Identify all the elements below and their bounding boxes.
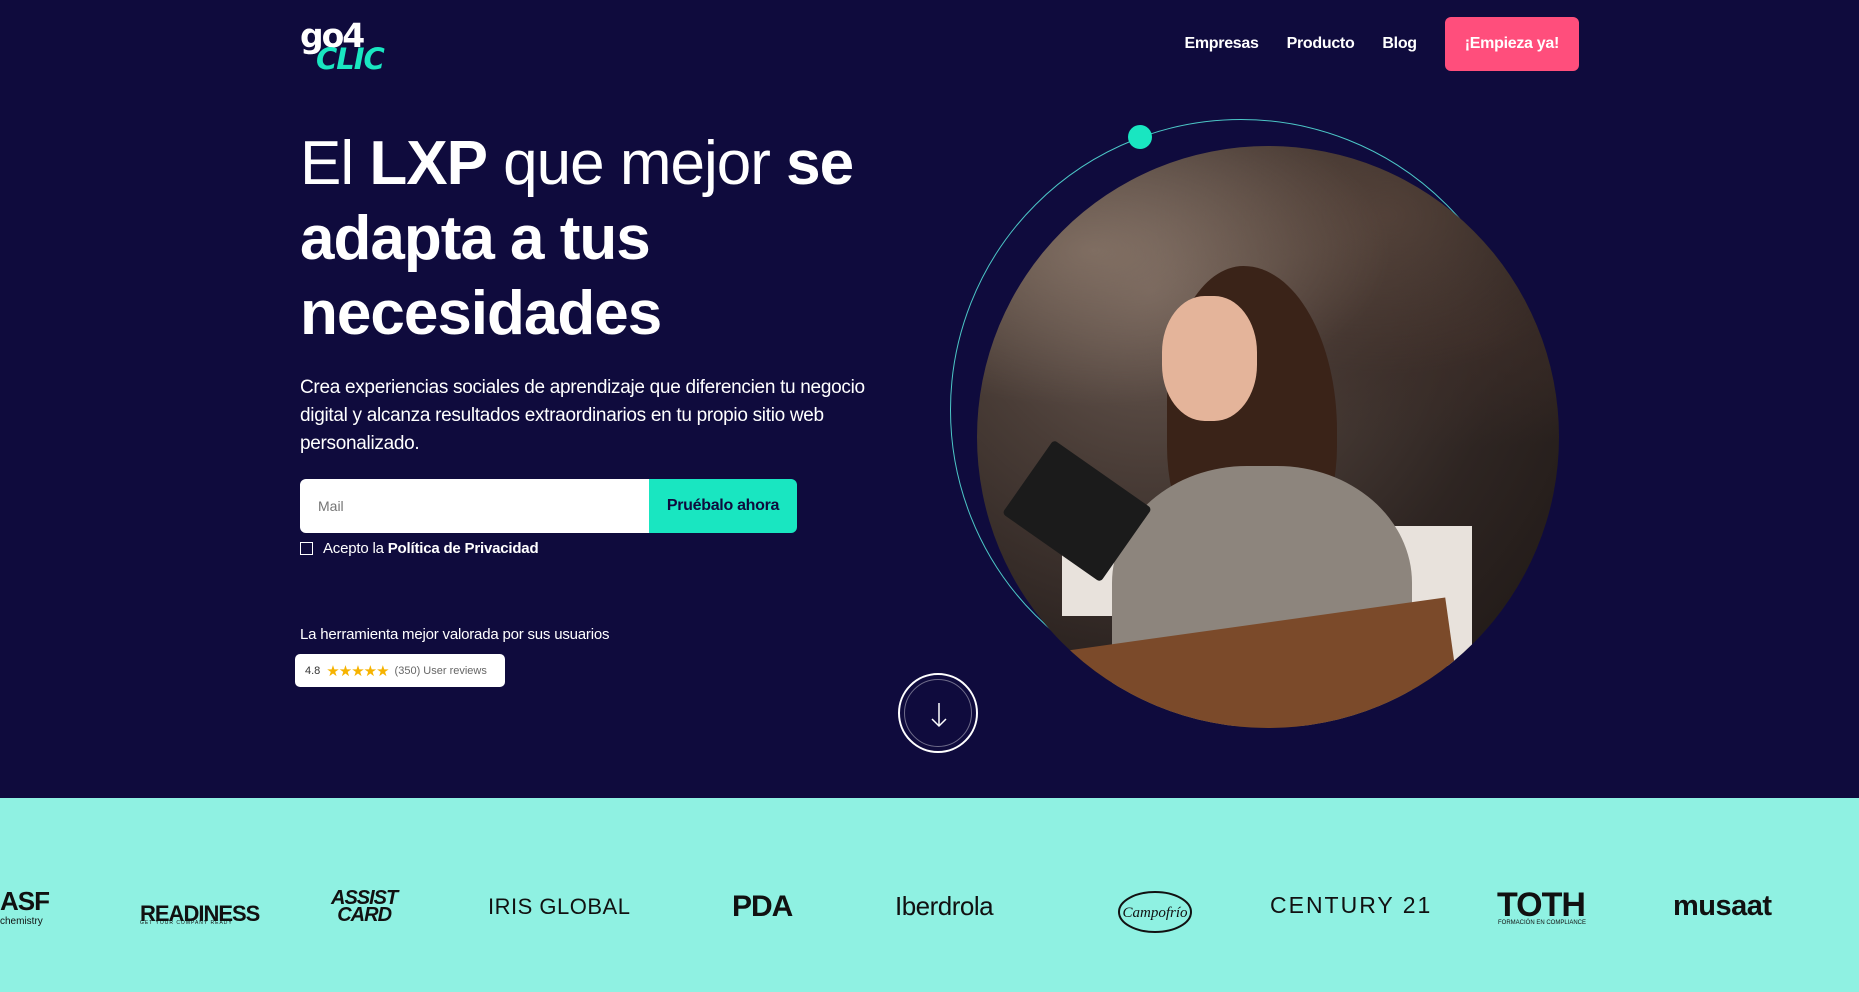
privacy-checkbox[interactable] bbox=[300, 542, 313, 555]
main-nav: Empresas Producto Blog ¡Empieza ya! bbox=[1157, 17, 1579, 71]
go4clic-logo[interactable]: go4 CLIC bbox=[300, 16, 385, 76]
star-icon: ★★★★★ bbox=[326, 662, 389, 680]
century21-logo: CENTURY 21 bbox=[1270, 892, 1433, 918]
basf-logo: ASF bbox=[0, 886, 50, 916]
rating-score: 4.8 bbox=[305, 664, 321, 677]
privacy-policy-link[interactable]: Política de Privacidad bbox=[388, 540, 539, 557]
nav-producto[interactable]: Producto bbox=[1287, 35, 1355, 53]
musaat-logo: musaat bbox=[1673, 890, 1772, 922]
hero-lead: Crea experiencias sociales de aprendizaj… bbox=[300, 377, 865, 454]
rating-badge[interactable]: 4.8 ★★★★★ (350) User reviews bbox=[295, 654, 505, 687]
logo-clic: CLIC bbox=[316, 42, 385, 76]
nav-blog[interactable]: Blog bbox=[1382, 35, 1417, 53]
client-logos-strip: ASF chemistry READINESS GET YOUR COMPANY… bbox=[0, 798, 1859, 992]
scroll-down-button[interactable] bbox=[898, 673, 978, 753]
privacy-consent: Acepto la Política de Privacidad bbox=[300, 540, 539, 557]
iris-global-logo: IRIS GLOBAL bbox=[488, 894, 631, 919]
readiness-logo-sub: GET YOUR COMPANY READY bbox=[140, 920, 233, 926]
decorative-dot bbox=[1128, 125, 1152, 149]
title-bold-1: LXP bbox=[369, 129, 488, 198]
assist-card-logo: ASSIST CARD bbox=[331, 888, 398, 926]
rating-count: (350) User reviews bbox=[394, 664, 487, 677]
email-field[interactable] bbox=[300, 479, 649, 533]
title-text-1: El bbox=[300, 129, 370, 198]
basf-logo-sub: chemistry bbox=[0, 916, 43, 927]
assist-card-line2: CARD bbox=[337, 904, 392, 926]
rating-caption: La herramienta mejor valorada por sus us… bbox=[300, 626, 610, 643]
hero-section: go4 CLIC Empresas Producto Blog ¡Empieza… bbox=[0, 0, 1859, 798]
nav-empresas[interactable]: Empresas bbox=[1185, 35, 1259, 53]
svg-text:Campofrío: Campofrío bbox=[1122, 905, 1188, 921]
hero-photo bbox=[977, 146, 1559, 728]
arrow-down-icon bbox=[931, 703, 947, 728]
campofrio-logo: Campofrío bbox=[1118, 891, 1192, 933]
signup-form: Pruébalo ahora bbox=[300, 479, 797, 533]
hero-title: El LXP que mejor se adapta a tus necesid… bbox=[300, 126, 920, 351]
iberdrola-logo: Iberdrola bbox=[895, 891, 994, 921]
try-now-button[interactable]: Pruébalo ahora bbox=[649, 479, 797, 533]
start-now-button[interactable]: ¡Empieza ya! bbox=[1444, 17, 1579, 71]
toth-logo-sub: FORMACIÓN EN COMPLIANCE bbox=[1498, 920, 1587, 926]
pda-logo: PDA bbox=[732, 890, 793, 923]
consent-label: Acepto la bbox=[323, 540, 384, 557]
title-text-2: que mejor bbox=[486, 129, 787, 198]
